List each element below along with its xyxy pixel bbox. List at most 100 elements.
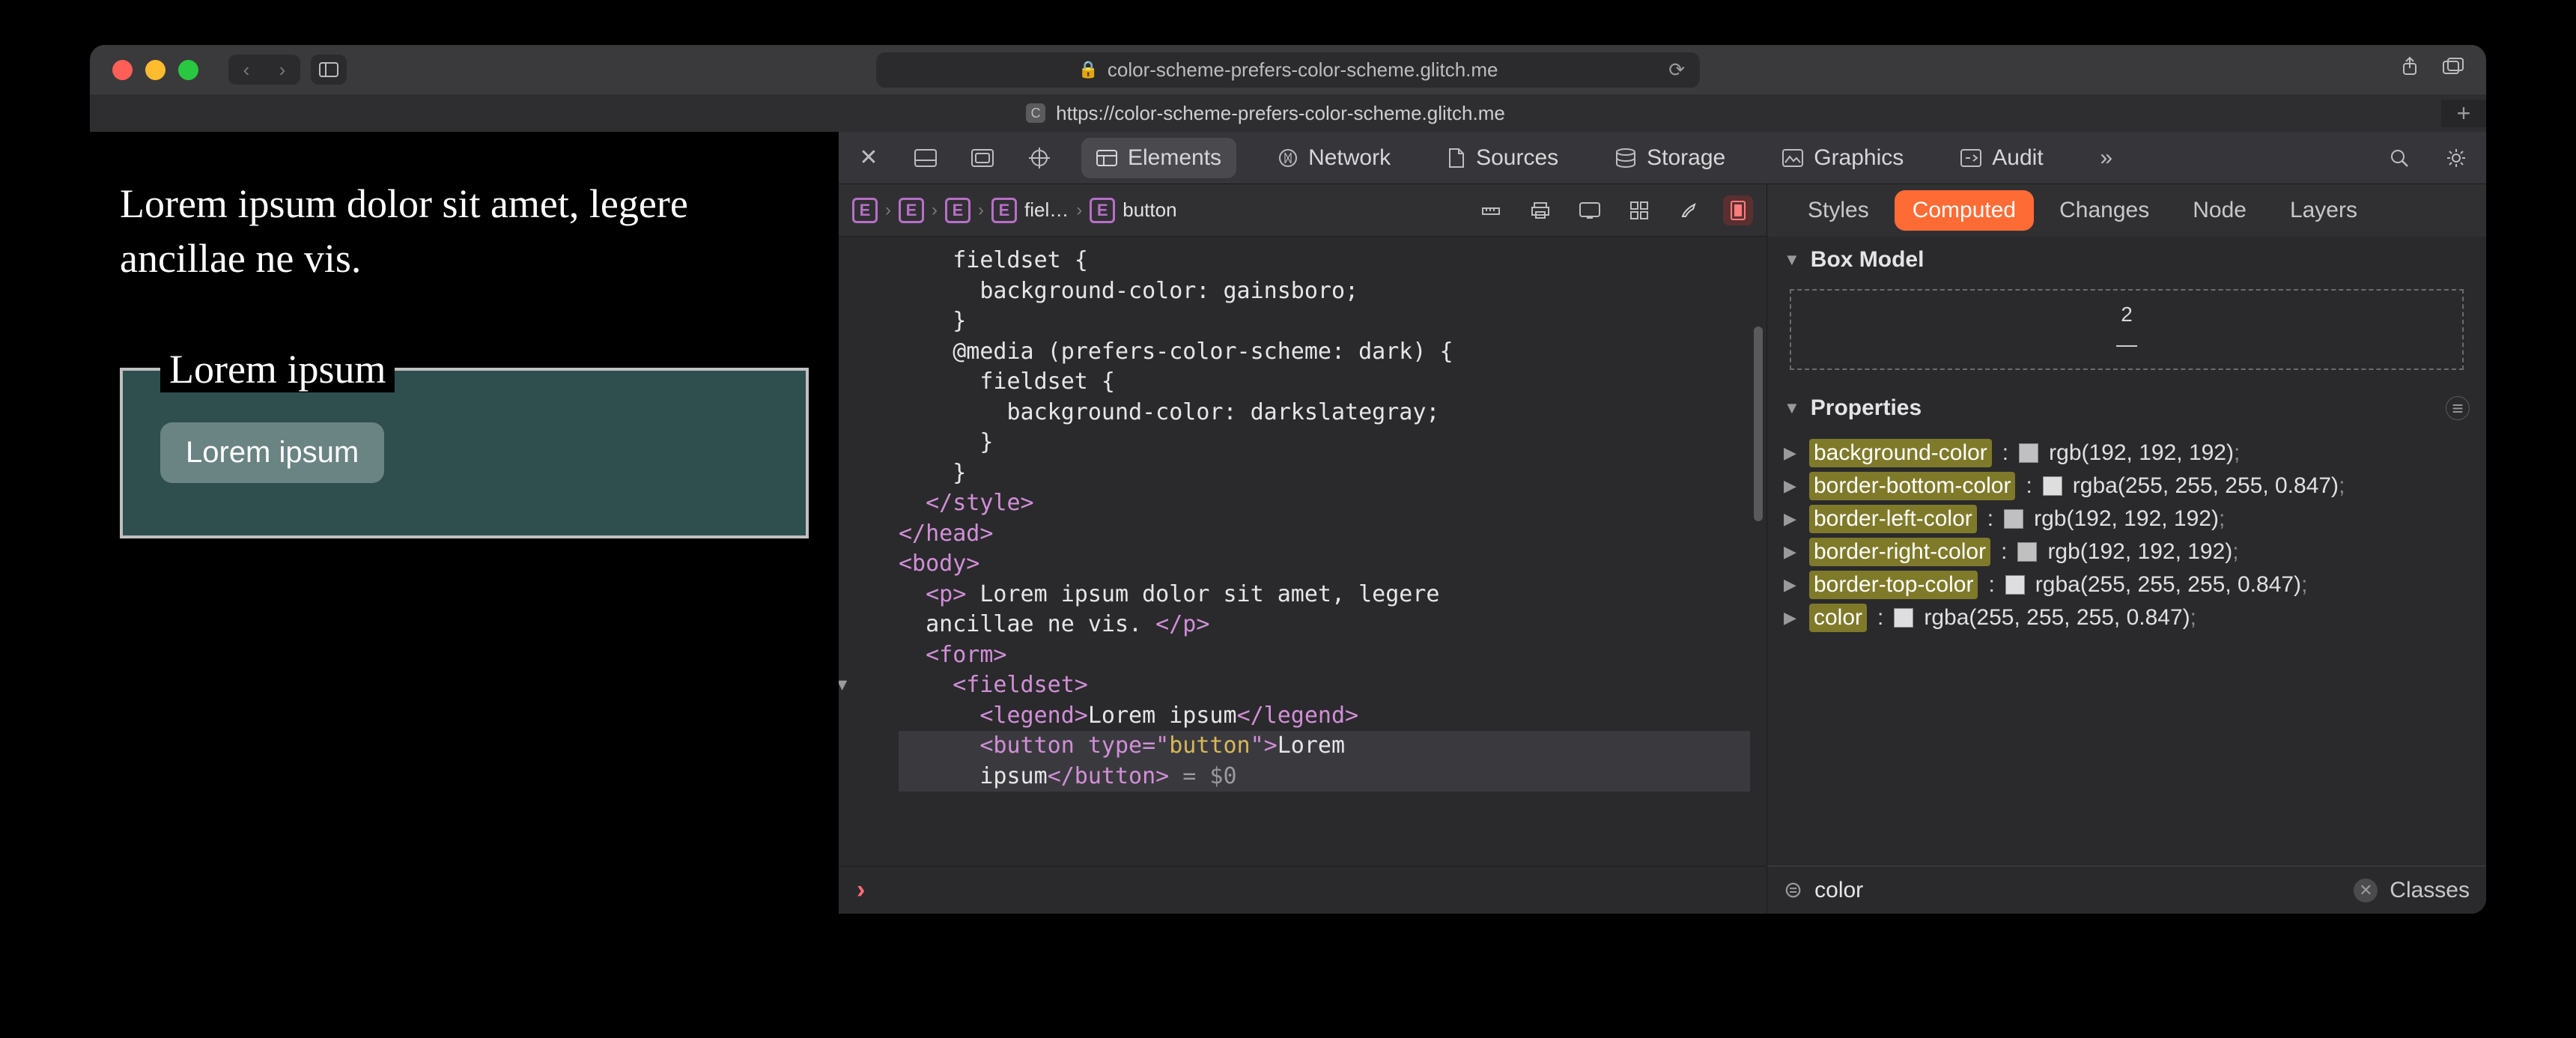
src-line: type: [1088, 732, 1142, 759]
devtools-right: Styles Computed Changes Node Layers ▼ Bo…: [1767, 184, 2486, 914]
color-swatch[interactable]: [2004, 509, 2023, 529]
properties-header[interactable]: ▼ Properties ≡: [1767, 385, 2486, 431]
forward-button[interactable]: ›: [264, 55, 300, 85]
tab-graphics[interactable]: Graphics: [1767, 138, 1919, 178]
address-bar[interactable]: 🔒 color-scheme-prefers-color-scheme.glit…: [876, 52, 1700, 88]
src-line: <p>: [899, 581, 966, 607]
dock-bottom-icon[interactable]: [911, 149, 941, 167]
src-line: ipsum: [899, 763, 1048, 789]
property-row[interactable]: ▶ color: rgba(255, 255, 255, 0.847);: [1784, 604, 2470, 632]
ruler-icon[interactable]: [1476, 195, 1506, 225]
properties-filter-icon[interactable]: ≡: [2446, 396, 2470, 420]
settings-button[interactable]: [2441, 148, 2471, 169]
source-panel[interactable]: ▼ ▼ ▼ ▼ fieldset { background-color: gai…: [839, 237, 1750, 866]
property-row[interactable]: ▶ border-left-color: rgb(192, 192, 192);: [1784, 505, 2470, 533]
close-devtools-button[interactable]: ✕: [854, 145, 884, 171]
boxmodel-top: 2: [2121, 303, 2133, 327]
overflow-button[interactable]: »: [2092, 145, 2121, 171]
disclosure-triangle-icon: ▶: [1784, 476, 1799, 496]
console-drawer[interactable]: ›: [839, 866, 1767, 914]
property-row[interactable]: ▶ border-bottom-color: rgba(255, 255, 25…: [1784, 472, 2470, 500]
dock-right-icon[interactable]: [967, 149, 997, 167]
scrollbar[interactable]: [1750, 237, 1767, 866]
classes-button[interactable]: Classes: [2390, 878, 2470, 903]
property-row[interactable]: ▶ border-top-color: rgba(255, 255, 255, …: [1784, 571, 2470, 599]
tab-computed[interactable]: Computed: [1895, 190, 2034, 231]
zoom-window-button[interactable]: [178, 60, 198, 80]
tab-network[interactable]: Network: [1263, 138, 1406, 178]
property-value: rgb(192, 192, 192): [2047, 539, 2232, 564]
property-row[interactable]: ▶ border-right-color: rgb(192, 192, 192)…: [1784, 538, 2470, 566]
color-swatch[interactable]: [2043, 476, 2062, 496]
search-button[interactable]: [2384, 148, 2414, 168]
src-line: Lorem: [1278, 732, 1345, 759]
src-line: }: [899, 429, 993, 455]
color-swatch[interactable]: [2017, 542, 2037, 562]
src-line: = $0: [1169, 763, 1236, 789]
url-host: color-scheme-prefers-color-scheme.glitch…: [1108, 58, 1498, 82]
tab-layers[interactable]: Layers: [2272, 190, 2375, 231]
network-icon: [1278, 148, 1298, 168]
property-value: rgb(192, 192, 192): [2034, 506, 2219, 531]
color-swatch[interactable]: [1894, 608, 1913, 628]
devtools-body: E › E › E › E fiel… › E button: [839, 184, 2486, 914]
src-line: </p>: [1155, 611, 1209, 637]
device-icon[interactable]: [1575, 195, 1605, 225]
browser-tab[interactable]: C https://color-scheme-prefers-color-sch…: [90, 102, 2441, 125]
crumb-badge[interactable]: E: [899, 198, 924, 223]
disclosure-triangle-icon: ▶: [1784, 509, 1799, 529]
console-prompt-icon: ›: [857, 875, 865, 905]
color-swatch[interactable]: [2005, 575, 2025, 595]
dom-breadcrumb-bar: E › E › E › E fiel… › E button: [839, 184, 1767, 237]
src-line: </head>: [899, 520, 993, 547]
preview-button[interactable]: Lorem ipsum: [160, 422, 384, 483]
crumb-badge[interactable]: E: [852, 198, 878, 223]
property-name: border-top-color: [1809, 571, 1978, 599]
back-button[interactable]: ‹: [228, 55, 264, 85]
color-swatch[interactable]: [2019, 443, 2038, 463]
property-value: rgba(255, 255, 255, 0.847): [2073, 473, 2339, 498]
crumb-badge[interactable]: E: [945, 198, 970, 223]
tab-changes[interactable]: Changes: [2041, 190, 2167, 231]
property-name: border-left-color: [1809, 505, 1977, 533]
tab-elements[interactable]: Elements: [1081, 138, 1236, 178]
tab-node[interactable]: Node: [2175, 190, 2264, 231]
minimize-window-button[interactable]: [145, 60, 165, 80]
devtools-left: E › E › E › E fiel… › E button: [839, 184, 1767, 914]
crumb-sep: ›: [885, 200, 891, 221]
new-tab-button[interactable]: +: [2441, 100, 2486, 127]
properties-title: Properties: [1811, 395, 1922, 421]
crumb-fieldset[interactable]: fiel…: [1024, 198, 1069, 222]
print-icon[interactable]: [1525, 195, 1555, 225]
tab-graphics-label: Graphics: [1814, 145, 1904, 171]
properties-filter-input[interactable]: [1814, 878, 2342, 903]
crumb-button[interactable]: button: [1123, 198, 1176, 222]
clear-filter-button[interactable]: ✕: [2354, 878, 2378, 902]
property-value: rgba(255, 255, 255, 0.847): [1924, 605, 2190, 630]
close-window-button[interactable]: [112, 60, 133, 80]
boxmodel-header[interactable]: ▼ Box Model: [1767, 237, 2486, 283]
src-line: </legend>: [1237, 702, 1359, 729]
reload-button[interactable]: ⟳: [1668, 58, 1685, 82]
element-picker-icon[interactable]: [1024, 148, 1054, 169]
compositing-icon[interactable]: [1723, 195, 1753, 225]
src-line: fieldset {: [899, 247, 1088, 273]
grid-icon[interactable]: [1624, 195, 1654, 225]
tabs-overview-button[interactable]: [2443, 56, 2464, 83]
tab-elements-label: Elements: [1128, 145, 1221, 171]
share-button[interactable]: [2399, 56, 2420, 83]
paint-icon[interactable]: [1674, 195, 1704, 225]
property-row[interactable]: ▶ background-color: rgb(192, 192, 192);: [1784, 439, 2470, 467]
disclosure-triangle-icon: ▶: [1784, 443, 1799, 463]
tab-storage[interactable]: Storage: [1600, 138, 1740, 178]
tab-sources[interactable]: Sources: [1433, 138, 1573, 178]
crumb-badge[interactable]: E: [991, 198, 1017, 223]
sidebar-toggle-button[interactable]: [311, 55, 347, 85]
tab-audit[interactable]: Audit: [1945, 138, 2058, 178]
storage-icon: [1615, 148, 1636, 168]
tab-styles[interactable]: Styles: [1790, 190, 1887, 231]
src-line: Lorem ipsum dolor sit amet, legere: [966, 581, 1439, 607]
crumb-badge[interactable]: E: [1090, 198, 1115, 223]
scroll-thumb[interactable]: [1754, 327, 1763, 521]
src-line: =": [1142, 732, 1169, 759]
